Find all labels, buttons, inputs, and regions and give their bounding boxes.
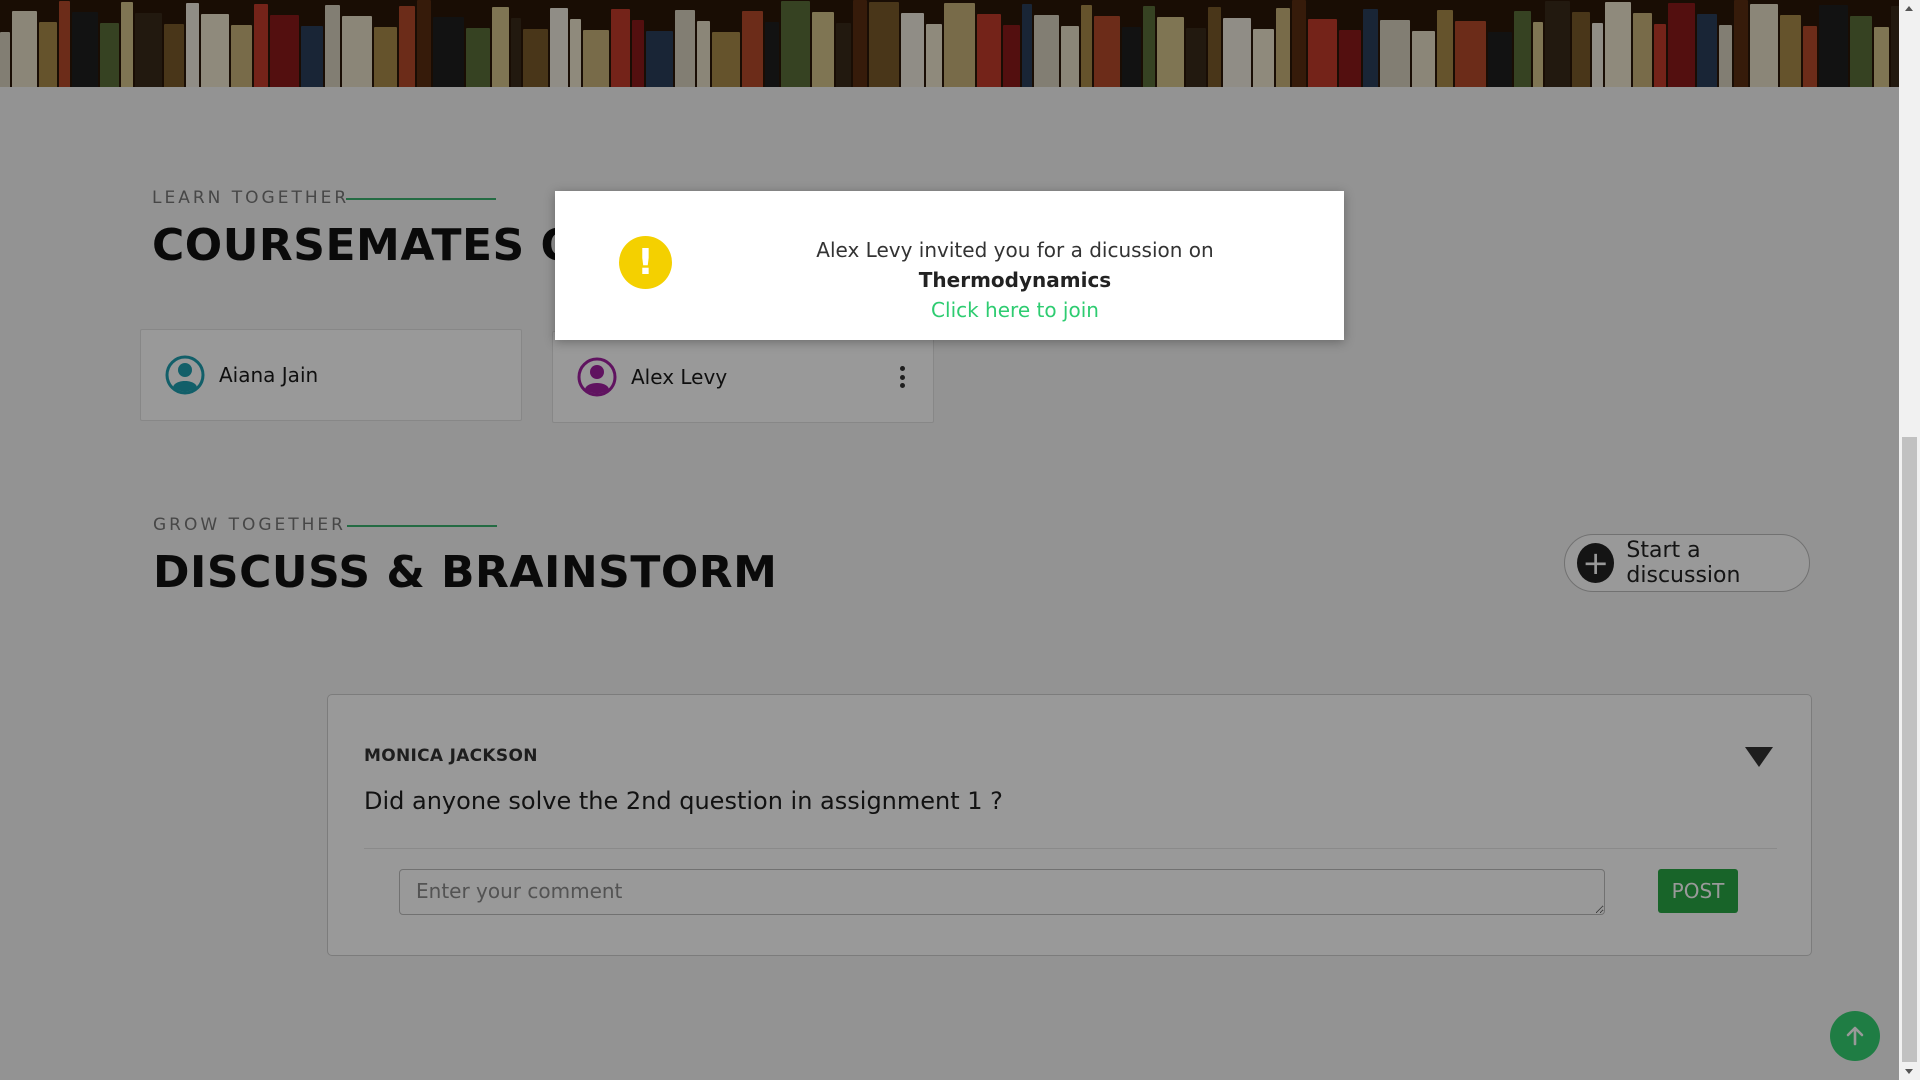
scroll-down-arrow-icon[interactable] [1905, 1069, 1913, 1074]
scrollbar-thumb[interactable] [1902, 437, 1917, 1062]
invitation-modal: ! Alex Levy invited you for a dicussion … [555, 191, 1344, 340]
scroll-up-arrow-icon[interactable] [1905, 6, 1913, 11]
join-link[interactable]: Click here to join [725, 295, 1305, 325]
invitation-topic: Thermodynamics [918, 268, 1112, 292]
vertical-scrollbar[interactable] [1899, 0, 1920, 1080]
invitation-message: Alex Levy invited you for a dicussion on… [725, 235, 1305, 325]
invitation-text: Alex Levy invited you for a dicussion on [816, 238, 1214, 262]
exclamation-icon: ! [619, 236, 672, 289]
modal-backdrop[interactable] [0, 0, 1899, 1080]
